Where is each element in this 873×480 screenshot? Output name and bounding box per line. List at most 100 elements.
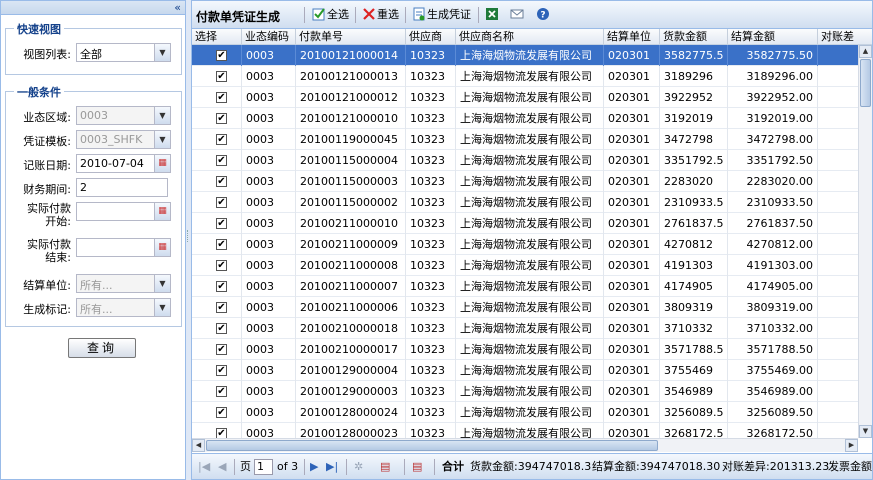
row-checkbox[interactable]: ✔ <box>216 155 227 166</box>
scroll-up-icon[interactable]: ▲ <box>859 45 872 58</box>
table-row[interactable]: ✔ 0003 20100119000045 10323 上海海烟物流发展有限公司 0203… <box>192 129 858 150</box>
row-checkbox[interactable]: ✔ <box>216 218 227 229</box>
column-header-supplier-name[interactable]: 供应商名称 <box>456 29 604 44</box>
generate-voucher-button[interactable]: 生成凭证 <box>412 6 471 24</box>
row-checkbox[interactable]: ✔ <box>216 281 227 292</box>
table-row[interactable]: ✔ 0003 20100210000017 10323 上海海烟物流发展有限公司 0203… <box>192 339 858 360</box>
actual-pay-end-calendar-icon[interactable]: ▦ <box>154 238 171 257</box>
scroll-right-icon[interactable]: ▶ <box>845 439 858 452</box>
table-row[interactable]: ✔ 0003 20100115000003 10323 上海海烟物流发展有限公司 0203… <box>192 171 858 192</box>
row-checkbox[interactable]: ✔ <box>216 134 227 145</box>
row-checkbox[interactable]: ✔ <box>216 386 227 397</box>
table-row[interactable]: ✔ 0003 20100121000014 10323 上海海烟物流发展有限公司 0203… <box>192 45 858 66</box>
prev-page-icon[interactable]: ◀ <box>218 460 226 474</box>
cell-supplier: 10323 <box>406 150 456 171</box>
table-row[interactable]: ✔ 0003 20100211000010 10323 上海海烟物流发展有限公司 0203… <box>192 213 858 234</box>
cell-supplier-name: 上海海烟物流发展有限公司 <box>456 150 604 171</box>
table-row[interactable]: ✔ 0003 20100210000018 10323 上海海烟物流发展有限公司 0203… <box>192 318 858 339</box>
table-row[interactable]: ✔ 0003 20100115000002 10323 上海海烟物流发展有限公司 0203… <box>192 192 858 213</box>
first-page-icon[interactable]: |◀ <box>198 460 210 474</box>
column-header-diff[interactable]: 对账差 <box>818 29 872 44</box>
row-checkbox[interactable]: ✔ <box>216 344 227 355</box>
actual-pay-start-calendar-icon[interactable]: ▦ <box>154 202 171 221</box>
posting-date-calendar-icon[interactable]: ▦ <box>154 154 171 173</box>
row-checkbox[interactable]: ✔ <box>216 197 227 208</box>
voucher-template-select[interactable]: 0003_SHFK <box>76 130 156 149</box>
table-row[interactable]: ✔ 0003 20100211000009 10323 上海海烟物流发展有限公司 0203… <box>192 234 858 255</box>
table-row[interactable]: ✔ 0003 20100128000024 10323 上海海烟物流发展有限公司 0203… <box>192 402 858 423</box>
row-checkbox[interactable]: ✔ <box>216 176 227 187</box>
cell-biz-code: 0003 <box>242 381 296 402</box>
table-row[interactable]: ✔ 0003 20100211000008 10323 上海海烟物流发展有限公司 0203… <box>192 255 858 276</box>
total-label: 合计 <box>442 460 464 473</box>
voucher-template-dropdown-icon[interactable]: ▼ <box>154 130 171 149</box>
cell-settle-unit: 020301 <box>604 213 660 234</box>
row-checkbox[interactable]: ✔ <box>216 428 227 438</box>
email-button[interactable] <box>510 6 525 24</box>
help-button[interactable]: ? <box>536 6 551 24</box>
select-all-button[interactable]: 全选 <box>312 6 349 24</box>
actual-pay-end-input[interactable] <box>76 238 156 257</box>
vertical-scroll-thumb[interactable] <box>860 59 871 107</box>
column-header-biz-code[interactable]: 业态编码 <box>242 29 296 44</box>
row-checkbox[interactable]: ✔ <box>216 302 227 313</box>
table-row[interactable]: ✔ 0003 20100121000013 10323 上海海烟物流发展有限公司 0203… <box>192 66 858 87</box>
actual-pay-start-input[interactable] <box>76 202 156 221</box>
table-row[interactable]: ✔ 0003 20100211000007 10323 上海海烟物流发展有限公司 0203… <box>192 276 858 297</box>
print-preview-icon[interactable]: ▤ <box>412 460 422 474</box>
table-row[interactable]: ✔ 0003 20100121000010 10323 上海海烟物流发展有限公司 0203… <box>192 108 858 129</box>
row-checkbox[interactable]: ✔ <box>216 50 227 61</box>
horizontal-scrollbar[interactable]: ◀ ▶ <box>192 438 858 452</box>
scroll-left-icon[interactable]: ◀ <box>192 439 205 452</box>
settle-unit-dropdown-icon[interactable]: ▼ <box>154 274 171 293</box>
row-checkbox[interactable]: ✔ <box>216 260 227 271</box>
cell-biz-code: 0003 <box>242 318 296 339</box>
column-header-select[interactable]: 选择 <box>192 29 242 44</box>
view-list-dropdown-icon[interactable]: ▼ <box>154 43 171 62</box>
row-checkbox[interactable]: ✔ <box>216 239 227 250</box>
table-row[interactable]: ✔ 0003 20100129000004 10323 上海海烟物流发展有限公司 0203… <box>192 360 858 381</box>
table-row[interactable]: ✔ 0003 20100128000023 10323 上海海烟物流发展有限公司 0203… <box>192 423 858 438</box>
cell-goods-amount: 4270812 <box>660 234 728 255</box>
view-list-select[interactable]: 全部 <box>76 43 156 62</box>
collapse-panel-icon[interactable]: « <box>174 1 181 14</box>
cell-diff <box>818 318 858 339</box>
gen-flag-dropdown-icon[interactable]: ▼ <box>154 298 171 317</box>
fiscal-period-input[interactable]: 2 <box>76 178 168 197</box>
business-area-select[interactable]: 0003 <box>76 106 156 125</box>
row-checkbox[interactable]: ✔ <box>216 323 227 334</box>
column-header-settle-amount[interactable]: 结算金额 <box>728 29 818 44</box>
next-page-icon[interactable]: ▶ <box>310 460 318 474</box>
settle-unit-select[interactable]: 所有... <box>76 274 156 293</box>
cell-biz-code: 0003 <box>242 213 296 234</box>
business-area-dropdown-icon[interactable]: ▼ <box>154 106 171 125</box>
posting-date-input[interactable]: 2010-07-04 <box>76 154 156 173</box>
last-page-icon[interactable]: ▶| <box>326 460 338 474</box>
column-header-goods-amount[interactable]: 货款金额 <box>660 29 728 44</box>
column-header-settle-unit[interactable]: 结算单位 <box>604 29 660 44</box>
page-number-input[interactable]: 1 <box>254 459 273 475</box>
table-row[interactable]: ✔ 0003 20100129000003 10323 上海海烟物流发展有限公司 0203… <box>192 381 858 402</box>
row-checkbox[interactable]: ✔ <box>216 365 227 376</box>
refresh-icon[interactable]: ✲ <box>354 460 363 474</box>
row-checkbox[interactable]: ✔ <box>216 407 227 418</box>
column-header-supplier[interactable]: 供应商 <box>406 29 456 44</box>
scroll-down-icon[interactable]: ▼ <box>859 425 872 438</box>
table-row[interactable]: ✔ 0003 20100115000004 10323 上海海烟物流发展有限公司 0203… <box>192 150 858 171</box>
table-row[interactable]: ✔ 0003 20100121000012 10323 上海海烟物流发展有限公司 0203… <box>192 87 858 108</box>
table-row[interactable]: ✔ 0003 20100211000006 10323 上海海烟物流发展有限公司 0203… <box>192 297 858 318</box>
query-button[interactable]: 查询 <box>68 338 136 358</box>
vertical-scrollbar[interactable]: ▲ ▼ <box>858 45 872 438</box>
actual-pay-end-label-line1: 实际付款 <box>27 238 71 251</box>
column-header-payment-no[interactable]: 付款单号 <box>296 29 406 44</box>
gen-flag-select[interactable]: 所有... <box>76 298 156 317</box>
cell-supplier-name: 上海海烟物流发展有限公司 <box>456 402 604 423</box>
export-excel-button[interactable] <box>485 6 500 24</box>
row-checkbox[interactable]: ✔ <box>216 113 227 124</box>
row-checkbox[interactable]: ✔ <box>216 92 227 103</box>
row-checkbox[interactable]: ✔ <box>216 71 227 82</box>
print-icon[interactable]: ▤ <box>380 460 390 474</box>
horizontal-scroll-thumb[interactable] <box>206 440 658 451</box>
cell-diff <box>818 150 858 171</box>
reselect-button[interactable]: 重选 <box>362 6 399 24</box>
